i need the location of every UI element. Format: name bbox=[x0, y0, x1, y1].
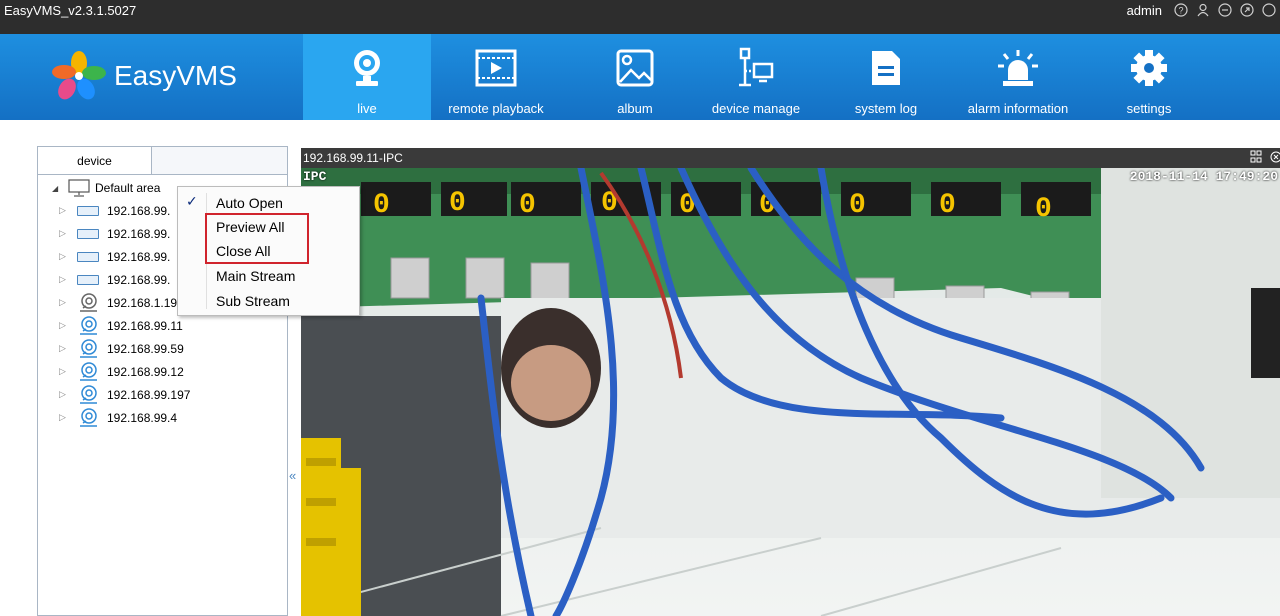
tree-device-row[interactable]: ▷ 192.168.99.12 bbox=[38, 360, 287, 383]
ip-camera-icon bbox=[77, 315, 99, 336]
context-menu: ✓ Auto Open Preview All Close All Main S… bbox=[177, 186, 360, 316]
svg-text:0: 0 bbox=[939, 190, 956, 221]
video-header-controls bbox=[1250, 150, 1280, 167]
svg-text:0: 0 bbox=[373, 190, 390, 221]
menu-item-auto-open[interactable]: Auto Open bbox=[216, 192, 283, 214]
title-bar: EasyVMS_v2.3.1.5027 admin ? bbox=[0, 0, 1280, 34]
svg-text:0: 0 bbox=[1035, 194, 1052, 225]
maximize-icon[interactable] bbox=[1238, 2, 1256, 18]
tab-device[interactable]: device bbox=[38, 147, 152, 175]
live-video-feed[interactable]: 0 0 0 0 0 0 0 0 0 IPC 2018-11-14 17:49:2… bbox=[301, 168, 1280, 616]
collapsed-arrow-icon[interactable]: ▷ bbox=[59, 320, 69, 331]
check-icon: ✓ bbox=[186, 193, 198, 209]
menu-item-main-stream[interactable]: Main Stream bbox=[216, 265, 295, 287]
tree-device-row[interactable]: ▷ 192.168.99.197 bbox=[38, 383, 287, 406]
osd-timestamp: 2018-11-14 17:49:20 bbox=[1129, 169, 1278, 184]
collapsed-arrow-icon[interactable]: ▷ bbox=[59, 297, 69, 308]
video-window-header: 192.168.99.11-IPC bbox=[301, 148, 1280, 168]
device-name: 192.168.99. bbox=[107, 249, 171, 264]
expanded-arrow-icon[interactable]: ◢ bbox=[52, 184, 66, 193]
device-name: 192.168.1.195 bbox=[107, 295, 184, 310]
ip-camera-icon bbox=[77, 407, 99, 428]
brand-logo: EasyVMS bbox=[52, 51, 237, 101]
nav-system-log[interactable]: system log bbox=[836, 34, 936, 120]
minimize-icon[interactable] bbox=[1216, 2, 1234, 18]
brand-name: EasyVMS bbox=[114, 60, 237, 91]
collapsed-arrow-icon[interactable]: ▷ bbox=[59, 205, 69, 216]
playback-icon bbox=[474, 46, 518, 90]
nav-remote-playback[interactable]: remote playback bbox=[437, 34, 555, 120]
tree-root-label: Default area bbox=[95, 181, 161, 195]
device-name: 192.168.99.4 bbox=[107, 410, 178, 425]
osd-channel-label: IPC bbox=[303, 169, 327, 184]
nav-device-manage[interactable]: device manage bbox=[700, 34, 812, 120]
nav-label: album bbox=[617, 101, 653, 116]
device-name: 192.168.99.12 bbox=[107, 364, 184, 379]
highlight-box bbox=[205, 213, 309, 264]
video-frame-image: 0 0 0 0 0 0 0 0 0 bbox=[301, 168, 1280, 616]
close-icon[interactable] bbox=[1260, 2, 1278, 18]
fullscreen-icon[interactable] bbox=[1250, 150, 1262, 167]
help-icon[interactable]: ? bbox=[1172, 2, 1190, 18]
ip-camera-icon bbox=[77, 361, 99, 382]
svg-text:0: 0 bbox=[849, 190, 866, 221]
user-icon[interactable] bbox=[1194, 2, 1212, 18]
nav-label: settings bbox=[1126, 101, 1172, 116]
collapsed-arrow-icon[interactable]: ▷ bbox=[59, 228, 69, 239]
pinwheel-logo-icon bbox=[52, 51, 106, 101]
device-name: 192.168.99. bbox=[107, 226, 171, 241]
dvr-icon bbox=[77, 274, 99, 285]
nav-label: device manage bbox=[711, 101, 801, 116]
svg-text:?: ? bbox=[1178, 6, 1183, 16]
nav-alarm-information[interactable]: alarm information bbox=[955, 34, 1081, 120]
svg-text:0: 0 bbox=[519, 190, 536, 221]
tree-device-row[interactable]: ▷ 192.168.99.11 bbox=[38, 314, 287, 337]
alarm-light-icon bbox=[996, 46, 1040, 90]
device-manage-icon bbox=[734, 46, 778, 90]
collapsed-arrow-icon[interactable]: ▷ bbox=[59, 274, 69, 285]
dvr-icon bbox=[77, 228, 99, 239]
ip-camera-icon bbox=[77, 384, 99, 405]
device-name: 192.168.99.59 bbox=[107, 341, 184, 356]
webcam-icon bbox=[345, 46, 389, 90]
nav-label: live bbox=[357, 101, 377, 116]
svg-text:0: 0 bbox=[449, 188, 466, 219]
nav-label: alarm information bbox=[967, 101, 1069, 116]
camera-name: 192.168.99.11-IPC bbox=[303, 151, 403, 165]
collapse-panel-button[interactable]: « bbox=[289, 468, 296, 483]
monitor-icon bbox=[68, 179, 90, 197]
toolbar-spacer bbox=[0, 120, 1280, 146]
nav-label: remote playback bbox=[448, 101, 544, 116]
image-icon bbox=[613, 46, 657, 90]
collapsed-arrow-icon[interactable]: ▷ bbox=[59, 343, 69, 354]
collapsed-arrow-icon[interactable]: ▷ bbox=[59, 366, 69, 377]
tab-strip bbox=[152, 147, 287, 175]
device-name: 192.168.99.197 bbox=[107, 387, 191, 402]
ip-camera-icon bbox=[77, 338, 99, 359]
app-title: EasyVMS_v2.3.1.5027 bbox=[4, 3, 137, 18]
ip-camera-offline-icon bbox=[77, 292, 99, 313]
tree-device-row[interactable]: ▷ 192.168.99.4 bbox=[38, 406, 287, 429]
nav-label: system log bbox=[854, 101, 918, 116]
device-name: 192.168.99.11 bbox=[107, 318, 183, 333]
dvr-icon bbox=[77, 205, 99, 216]
collapsed-arrow-icon[interactable]: ▷ bbox=[59, 412, 69, 423]
close-video-icon[interactable] bbox=[1268, 150, 1280, 167]
document-icon bbox=[864, 46, 908, 90]
current-user[interactable]: admin bbox=[1127, 3, 1162, 18]
collapsed-arrow-icon[interactable]: ▷ bbox=[59, 251, 69, 262]
device-name: 192.168.99. bbox=[107, 203, 171, 218]
nav-album[interactable]: album bbox=[585, 34, 685, 120]
nav-settings[interactable]: settings bbox=[1099, 34, 1199, 120]
dvr-icon bbox=[77, 251, 99, 262]
main-navigation: EasyVMS live remote playback album devic… bbox=[0, 34, 1280, 120]
collapsed-arrow-icon[interactable]: ▷ bbox=[59, 389, 69, 400]
window-controls: ? bbox=[1172, 2, 1278, 18]
menu-item-sub-stream[interactable]: Sub Stream bbox=[216, 290, 290, 312]
tree-device-row[interactable]: ▷ 192.168.99.59 bbox=[38, 337, 287, 360]
device-name: 192.168.99. bbox=[107, 272, 171, 287]
gear-icon bbox=[1127, 46, 1171, 90]
nav-live[interactable]: live bbox=[303, 34, 431, 120]
